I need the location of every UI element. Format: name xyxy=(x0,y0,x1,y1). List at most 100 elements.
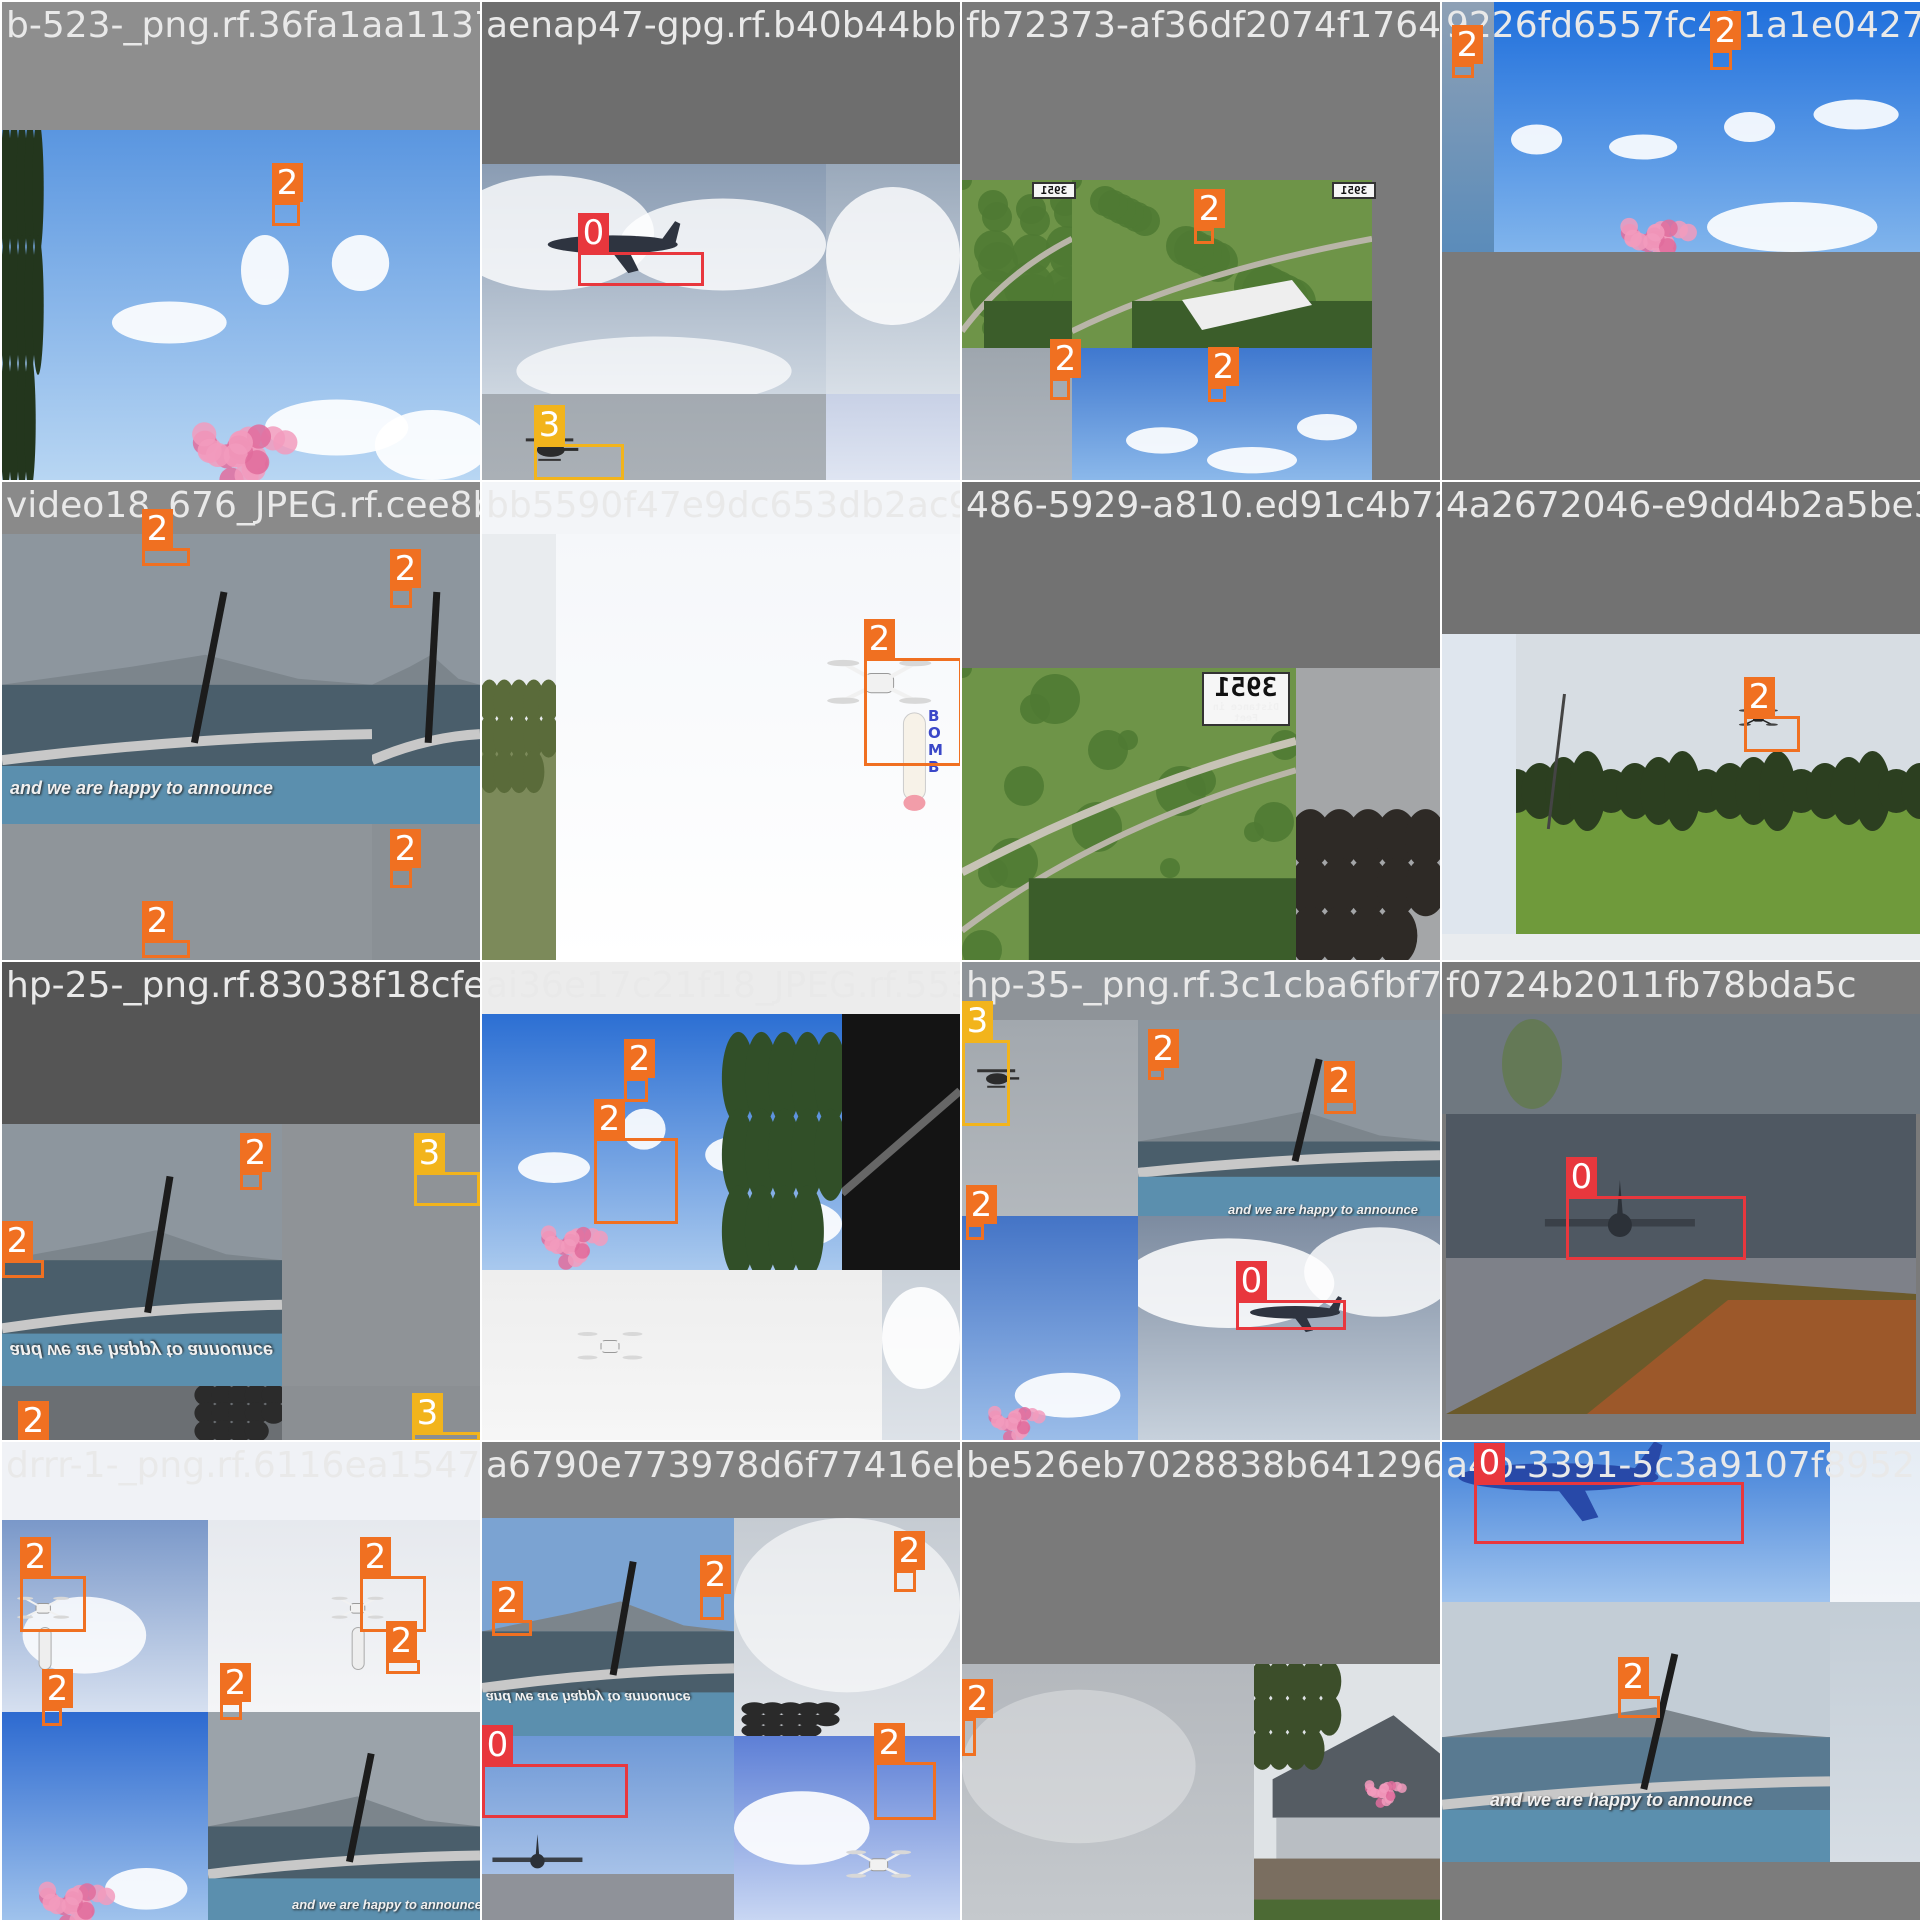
bounding-box-class-0: 0 xyxy=(482,1725,628,1818)
mosaic-tile: and we are happy to announce a4b-3391-5c3… xyxy=(1442,1442,1920,1920)
class-label: 2 xyxy=(390,829,421,869)
distance-sign: 3951 xyxy=(1332,182,1376,199)
class-label: 2 xyxy=(864,619,895,659)
video-caption-mirrored: and we are happy to announce xyxy=(10,1341,274,1361)
class-label: 2 xyxy=(962,1679,993,1719)
video-caption: and we are happy to announce xyxy=(1228,1202,1418,1217)
image-crop xyxy=(1830,1602,1920,1862)
bounding-box-class-3: 3 xyxy=(534,405,624,480)
mosaic-tile: 4a2672046-e9dd4b2a5be3fc7 2 xyxy=(1442,482,1920,960)
bounding-box-class-2: 2 xyxy=(42,1669,73,1726)
bounding-box-class-2: 2 xyxy=(1324,1061,1356,1114)
bounding-box-class-2: 2 xyxy=(894,1531,925,1592)
bounding-box-class-3: 3 xyxy=(962,1001,1010,1126)
bounding-box-class-0: 0 xyxy=(578,213,704,286)
class-label: 2 xyxy=(360,1537,391,1577)
tile-filename: video18_676_JPEG.rf.cee8bb5590f47-e9gdc6… xyxy=(6,485,480,526)
class-label: 2 xyxy=(1710,11,1741,51)
class-label: 0 xyxy=(1236,1261,1267,1301)
image-crop xyxy=(826,394,960,480)
bounding-box-class-2: 2 xyxy=(700,1555,731,1620)
class-label: 3 xyxy=(412,1393,443,1433)
class-label: 2 xyxy=(1148,1029,1179,1069)
image-crop xyxy=(372,534,480,824)
distance-sign: 3951 Distance in Feet xyxy=(1202,672,1290,726)
video-caption-mirrored: and we are happy to announce xyxy=(486,1690,691,1706)
class-label: 2 xyxy=(874,1723,905,1763)
bounding-box-class-2: 2 xyxy=(1744,677,1800,752)
distance-sign: 3951 xyxy=(1032,182,1076,199)
bounding-box-class-2: 2 xyxy=(1194,189,1225,244)
bounding-box-class-2: 2 xyxy=(1050,339,1081,400)
class-label: 3 xyxy=(414,1133,445,1173)
bounding-box-class-2: 2 xyxy=(1148,1029,1179,1080)
distance-sign-number: 3951 xyxy=(1214,673,1278,703)
image-crop xyxy=(962,1664,1254,1920)
bounding-box-class-2: 2 xyxy=(1208,347,1239,402)
bounding-box-class-2: 2 xyxy=(390,549,421,608)
bounding-box-class-0: 0 xyxy=(1236,1261,1346,1330)
mosaic-tile: be526eb7028838b641296a 2 xyxy=(962,1442,1440,1920)
image-crop xyxy=(1254,1664,1440,1920)
tile-filename: hp-35-_png.rf.3c1cba6fbf73695-f0724b2011… xyxy=(966,965,1440,1006)
mosaic-tile: 3951 Distance in Feet 486-5929-a810.ed91c4… xyxy=(962,482,1440,960)
class-label: 2 xyxy=(220,1663,251,1703)
bounding-box-class-2: 2 xyxy=(1452,25,1483,78)
detection-mosaic-grid: b-523-_png.rf.36fa1aa1137aeca1e7-c544028… xyxy=(0,0,1920,1920)
image-crop xyxy=(1442,634,1516,934)
image-crop xyxy=(1516,634,1920,934)
class-label: 2 xyxy=(1324,1061,1355,1101)
mosaic-tile: b-523-_png.rf.36fa1aa1137aeca1e7-c544028… xyxy=(2,2,480,480)
image-crop xyxy=(734,1518,960,1736)
image-crop xyxy=(882,1270,960,1440)
bounding-box-class-3: 3 xyxy=(412,1393,480,1440)
class-label: 2 xyxy=(272,163,303,203)
class-label: 2 xyxy=(142,509,173,549)
class-label: 2 xyxy=(1452,25,1483,65)
image-crop xyxy=(282,1124,480,1386)
image-crop xyxy=(1442,1014,1920,1114)
class-label: 3 xyxy=(534,405,565,445)
class-label: 2 xyxy=(1208,347,1239,387)
image-crop xyxy=(1442,1602,1830,1862)
tile-filename: 486-5929-a810.ed91c4b72f4a2672046-e9dd xyxy=(966,485,1440,526)
image-crop xyxy=(962,1216,1138,1440)
class-label: 0 xyxy=(1474,1443,1505,1483)
bounding-box-class-2: 2 xyxy=(624,1039,655,1102)
class-label: 2 xyxy=(386,1621,417,1661)
class-label: 0 xyxy=(482,1725,513,1765)
bounding-box-class-2: 2 xyxy=(864,619,960,766)
mosaic-tile: and we are happy to announce drrr-1-_png.… xyxy=(2,1442,480,1920)
class-label: 2 xyxy=(624,1039,655,1079)
class-label: 2 xyxy=(492,1581,523,1621)
class-label: 2 xyxy=(594,1099,625,1139)
bounding-box-class-2: 2 xyxy=(142,901,190,958)
distance-sign-number: 3951 xyxy=(1040,184,1068,197)
mosaic-tile: 3951 3951 fb72373-af36df2074f1764a9e 2 2 2 xyxy=(962,2,1440,480)
bounding-box-class-2: 2 xyxy=(492,1581,532,1636)
bounding-box-class-2: 2 xyxy=(20,1537,86,1632)
class-label: 2 xyxy=(18,1401,49,1440)
bounding-box-class-2: 2 xyxy=(594,1099,678,1224)
bounding-box-class-2: 2 xyxy=(240,1133,271,1190)
tile-filename: drrr-1-_png.rf.6116ea154770a6790e773978 xyxy=(6,1445,480,1486)
class-label: 2 xyxy=(240,1133,271,1173)
class-label: 2 xyxy=(1050,339,1081,379)
video-caption: and we are happy to announce xyxy=(292,1897,480,1912)
tile-filename: aenap47-gpg.rf.b40b44bb11b8f23f3a9f36cf2 xyxy=(486,5,960,46)
bounding-box-class-2: 2 xyxy=(390,829,421,888)
image-crop xyxy=(1138,1020,1440,1216)
tile-filename: ai36e17c21f18_JPEG.rf.553789035c95f09d54… xyxy=(486,965,960,1006)
image-crop xyxy=(842,1014,960,1270)
tile-filename: f0724b2011fb78bda5c xyxy=(1446,965,1857,1006)
mosaic-tile: and we are happy to announce hp-35-_png.r… xyxy=(962,962,1440,1440)
tile-filename: bb5590f47e9dc653db2ac9f5486-5929-a810 xyxy=(486,485,960,526)
image-crop xyxy=(372,824,480,960)
image-crop xyxy=(1296,668,1440,960)
image-crop xyxy=(2,130,480,480)
class-label: 2 xyxy=(42,1669,73,1709)
distance-sign-subtitle: Distance in Feet xyxy=(1212,702,1280,724)
bounding-box-class-2: 2 xyxy=(142,509,190,566)
image-crop xyxy=(1446,1114,1916,1414)
class-label: 2 xyxy=(700,1555,731,1595)
